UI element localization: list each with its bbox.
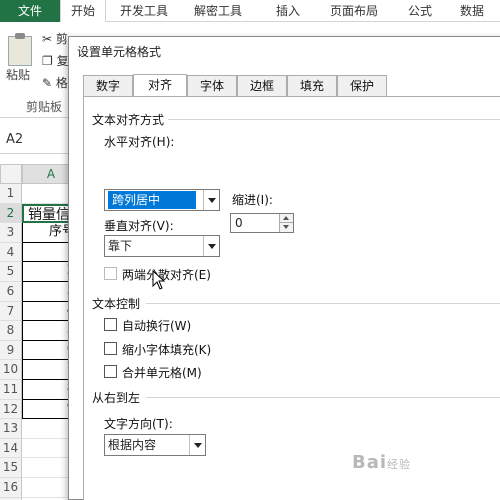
ribbon-tab-bar: 文件 开始 开发工具 解密工具 插入 页面布局 公式 数据 (0, 0, 500, 23)
section-divider (168, 119, 500, 120)
row-header[interactable]: 15 (0, 458, 22, 478)
tab-alignment[interactable]: 对齐 (133, 74, 187, 97)
row-header[interactable]: 4 (0, 242, 22, 263)
row-header[interactable]: 13 (0, 419, 22, 439)
merge-cells-label[interactable]: 合并单元格(M) (122, 364, 202, 381)
tab-developer[interactable]: 开发工具 (110, 0, 178, 22)
select-all-corner[interactable] (0, 164, 22, 184)
text-alignment-heading: 文本对齐方式 (92, 113, 165, 127)
vertical-align-label: 垂直对齐(V): (104, 219, 174, 233)
alignment-panel: 文本对齐方式 水平对齐(H): 跨列居中 缩进(I): 0 垂直对齐(V): 靠… (83, 96, 500, 500)
tab-home[interactable]: 开始 (60, 0, 106, 23)
vertical-align-select[interactable]: 靠下 (104, 235, 220, 257)
spin-down-icon[interactable] (279, 223, 293, 232)
row-header[interactable]: 9 (0, 340, 22, 361)
indent-label: 缩进(I): (232, 193, 273, 207)
vertical-align-value: 靠下 (108, 239, 133, 253)
text-direction-select[interactable]: 根据内容 (104, 434, 206, 456)
section-divider (146, 303, 500, 304)
row-header[interactable]: 10 (0, 360, 22, 380)
brush-icon: ✎ (42, 76, 53, 90)
shrink-to-fit-label[interactable]: 缩小字体填充(K) (122, 341, 211, 358)
row-header[interactable]: 1 (0, 184, 22, 204)
wrap-text-checkbox[interactable] (104, 318, 117, 331)
tab-decrypt[interactable]: 解密工具 (184, 0, 252, 22)
tab-insert[interactable]: 插入 (266, 0, 310, 22)
scissors-icon: ✂ (42, 32, 53, 46)
tab-formulas[interactable]: 公式 (398, 0, 442, 22)
row-header[interactable]: 5 (0, 262, 22, 282)
chevron-down-icon[interactable] (203, 236, 219, 256)
row-header[interactable]: 12 (0, 399, 22, 420)
tab-fill[interactable]: 填充 (287, 75, 337, 97)
row-header[interactable]: 6 (0, 282, 22, 302)
row-header[interactable]: 7 (0, 301, 22, 322)
text-direction-value: 根据内容 (108, 438, 157, 452)
shrink-to-fit-checkbox[interactable] (104, 342, 117, 355)
merge-cells-checkbox[interactable] (104, 365, 117, 378)
spin-up-icon[interactable] (279, 214, 293, 223)
tab-file[interactable]: 文件 (0, 0, 60, 22)
format-cells-dialog: 设置单元格格式 数字 对齐 字体 边框 填充 保护 文本对齐方式 水平对齐(H)… (68, 36, 500, 500)
row-header[interactable]: 11 (0, 380, 22, 400)
row-header[interactable]: 3 (0, 223, 22, 243)
chevron-down-icon[interactable] (203, 190, 219, 210)
row-header[interactable]: 2 (0, 203, 22, 224)
row-header[interactable]: 8 (0, 321, 22, 341)
indent-spinner[interactable]: 0 (230, 213, 294, 233)
section-divider (146, 397, 500, 398)
paste-icon[interactable] (8, 33, 32, 66)
wrap-text-label[interactable]: 自动换行(W) (122, 317, 191, 334)
horizontal-align-select[interactable]: 跨列居中 (104, 189, 220, 211)
chevron-down-icon[interactable] (189, 435, 205, 455)
horizontal-align-label: 水平对齐(H): (104, 135, 175, 149)
copy-icon: ❐ (42, 54, 53, 68)
copy-button[interactable]: ❐ 复 (42, 52, 69, 69)
name-box[interactable]: A2 (6, 132, 23, 147)
tab-page-layout[interactable]: 页面布局 (318, 0, 390, 22)
row-header[interactable]: 16 (0, 478, 22, 498)
tab-protection[interactable]: 保护 (337, 75, 387, 97)
clipboard-group-label: 剪贴板 (26, 100, 63, 114)
distributed-checkbox[interactable] (104, 267, 117, 280)
horizontal-align-value: 跨列居中 (108, 191, 196, 209)
text-control-heading: 文本控制 (92, 297, 141, 311)
rtl-heading: 从右到左 (92, 391, 141, 405)
cut-button[interactable]: ✂ 剪 (42, 30, 68, 47)
baidu-watermark: Bai经验 (352, 452, 412, 473)
dialog-title: 设置单元格格式 (77, 45, 162, 59)
tab-font[interactable]: 字体 (187, 75, 237, 97)
format-painter-button[interactable]: ✎ 格 (42, 74, 68, 91)
dialog-titlebar[interactable]: 设置单元格格式 (69, 37, 500, 67)
indent-value: 0 (235, 216, 243, 230)
distributed-label: 两端分散对齐(E) (122, 268, 211, 282)
mouse-cursor-icon (152, 270, 166, 290)
row-header[interactable]: 14 (0, 438, 22, 459)
paste-button-label[interactable]: 粘贴 (6, 66, 30, 83)
text-direction-label: 文字方向(T): (104, 417, 173, 431)
tab-number[interactable]: 数字 (83, 75, 133, 97)
tab-data[interactable]: 数据 (450, 0, 494, 22)
tab-border[interactable]: 边框 (237, 75, 287, 97)
dialog-tabs: 数字 对齐 字体 边框 填充 保护 (83, 74, 500, 97)
